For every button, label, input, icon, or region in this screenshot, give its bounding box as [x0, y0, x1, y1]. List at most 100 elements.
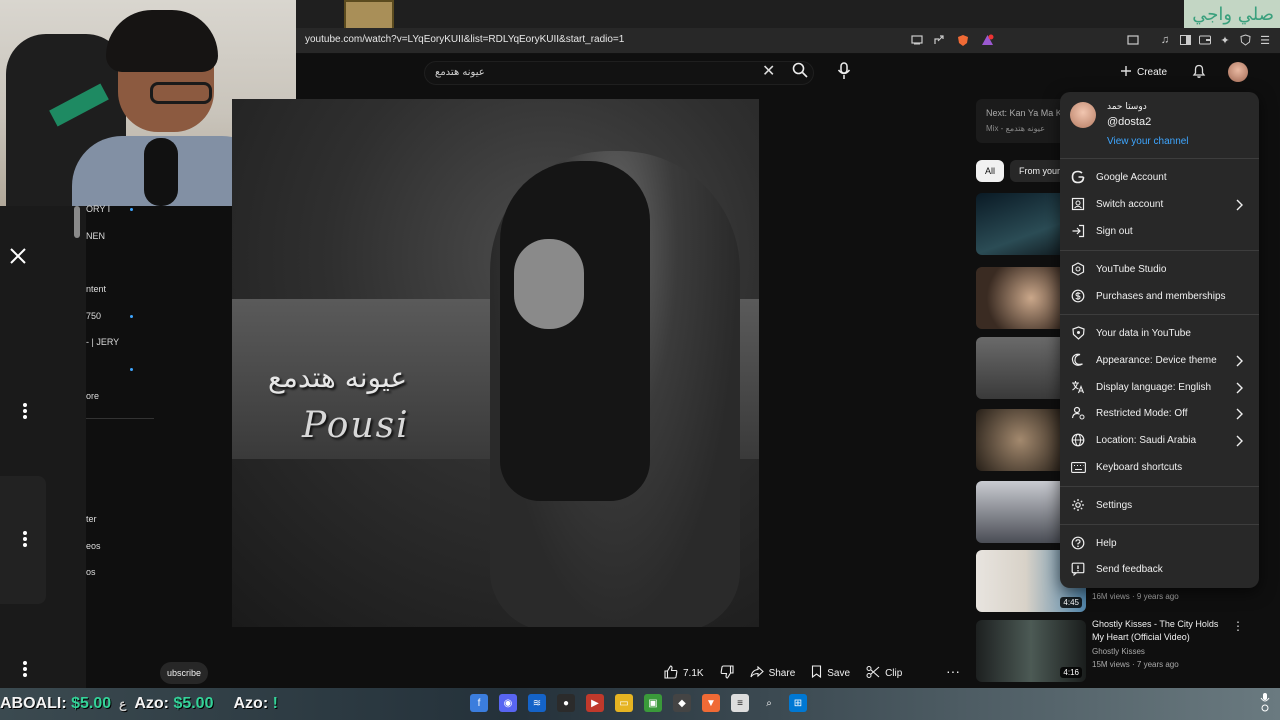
ticker-donor: ABOALI:	[0, 695, 67, 712]
browser-menu-icon[interactable]: ☰	[1258, 33, 1272, 47]
guide-item[interactable]: ORY I	[86, 204, 128, 214]
more-vert-icon[interactable]	[22, 530, 30, 550]
video-player[interactable]: عيونه هتدمع Pousi	[232, 99, 759, 627]
ticker-amount: $5.00	[173, 695, 214, 712]
app-icon-f[interactable]: f	[470, 694, 488, 712]
more-vert-icon[interactable]: ⋮	[1232, 620, 1244, 634]
brave-icon[interactable]: ▼	[702, 694, 720, 712]
screenshot-icon[interactable]	[1126, 33, 1140, 47]
share-icon	[750, 665, 764, 681]
menu-label: Switch account	[1096, 198, 1164, 210]
mic-icon[interactable]	[837, 62, 857, 82]
url-text[interactable]: youtube.com/watch?v=LYqEoryKUII&list=RDL…	[305, 34, 624, 45]
menu-label: Display language: English	[1096, 381, 1212, 393]
bell-icon[interactable]	[1191, 63, 1209, 81]
menu-item-help[interactable]: Help	[1060, 530, 1259, 556]
menu-item-send-feedback[interactable]: Send feedback	[1060, 556, 1259, 582]
masthead: عيونه هتدمع ✕ Create	[296, 54, 1280, 94]
more-horiz-icon[interactable]: ···	[942, 662, 964, 684]
menu-item-purchases[interactable]: Purchases and memberships	[1060, 283, 1259, 309]
stream-watermark: صلي واجي	[1184, 0, 1280, 30]
menu-label: Sign out	[1096, 225, 1133, 237]
guide-scrollbar[interactable]	[74, 206, 80, 238]
stream-sidebar	[0, 206, 86, 690]
app-icon-wave[interactable]: ≋	[528, 694, 546, 712]
menu-item-youtube-studio[interactable]: YouTube Studio	[1060, 256, 1259, 282]
windows-start-icon[interactable]: ⊞	[789, 694, 807, 712]
menu-item-location[interactable]: Location: Saudi Arabia	[1060, 427, 1259, 453]
share-button[interactable]: Share	[742, 661, 804, 685]
menu-divider	[1060, 250, 1259, 251]
guide-item[interactable]: ore	[86, 391, 128, 401]
close-icon[interactable]	[8, 246, 30, 268]
menu-label: Your data in YouTube	[1096, 327, 1191, 339]
like-button[interactable]: 7.1K	[656, 661, 712, 685]
create-button[interactable]: Create	[1120, 60, 1167, 84]
rec-channel[interactable]: Ghostly Kisses	[1092, 647, 1145, 656]
menu-item-sign-out[interactable]: Sign out	[1060, 218, 1259, 244]
save-button[interactable]: Save	[803, 661, 858, 685]
guide-item[interactable]: ntent	[86, 284, 128, 294]
clip-button[interactable]: Clip	[858, 661, 910, 685]
menu-item-google-account[interactable]: Google Account	[1060, 164, 1259, 190]
chip-all[interactable]: All	[976, 160, 1005, 182]
folder-icon[interactable]: ▭	[615, 694, 633, 712]
discord-icon[interactable]: ◉	[499, 694, 517, 712]
more-vert-icon[interactable]	[22, 402, 30, 422]
menu-divider	[1060, 486, 1259, 487]
recorder-icon[interactable]: ▶	[586, 694, 604, 712]
rec-thumbnail[interactable]: 4:16	[976, 620, 1086, 682]
menu-item-display-language[interactable]: Display language: English	[1060, 374, 1259, 400]
guide-item[interactable]: - | JERY	[86, 337, 128, 347]
account-menu: دوستا حمد @dosta2 View your channel Goog…	[1060, 92, 1259, 588]
view-channel-link[interactable]: View your channel	[1107, 136, 1189, 147]
avatar[interactable]	[1228, 62, 1248, 82]
menu-item-restricted-mode[interactable]: Restricted Mode: Off	[1060, 400, 1259, 426]
guide-item[interactable]: ter	[86, 514, 128, 524]
subscribe-button[interactable]: ubscribe	[160, 662, 208, 684]
search-input[interactable]: عيونه هتدمع	[424, 61, 814, 85]
brave-shield-icon[interactable]	[956, 33, 970, 47]
obs-icon[interactable]: ●	[557, 694, 575, 712]
share-page-icon[interactable]	[932, 33, 946, 47]
dislike-button[interactable]	[712, 661, 742, 685]
rec-title[interactable]: Ghostly Kisses - The City Holds My Heart…	[1092, 618, 1226, 644]
notepad-icon[interactable]: ≡	[731, 694, 749, 712]
keyboard-icon	[1060, 454, 1096, 480]
search-icon[interactable]: ⌕	[760, 694, 778, 712]
restricted-icon	[1060, 400, 1096, 426]
guide-item[interactable]: eos	[86, 541, 128, 551]
translate-icon	[1060, 374, 1096, 400]
wallet-icon[interactable]	[1198, 33, 1212, 47]
more-vert-icon[interactable]	[22, 660, 30, 680]
address-bar[interactable]: youtube.com/watch?v=LYqEoryKUII&list=RDL…	[296, 28, 1280, 54]
guide-item[interactable]: NEN	[86, 231, 128, 241]
guide-item[interactable]: 750	[86, 311, 128, 321]
cast-icon[interactable]	[910, 33, 924, 47]
menu-label: Purchases and memberships	[1096, 290, 1226, 302]
menu-label: Location: Saudi Arabia	[1096, 434, 1197, 446]
vpn-icon[interactable]	[1238, 33, 1252, 47]
guide-item[interactable]: os	[86, 567, 128, 577]
menu-item-keyboard-shortcuts[interactable]: Keyboard shortcuts	[1060, 454, 1259, 480]
account-handle: @dosta2	[1107, 116, 1152, 128]
menu-item-settings[interactable]: Settings	[1060, 492, 1259, 518]
gear-icon	[1060, 492, 1096, 518]
leo-ai-icon[interactable]: ✦	[1218, 33, 1232, 47]
menu-item-switch-account[interactable]: Switch account	[1060, 191, 1259, 217]
music-icon[interactable]: ♫	[1158, 33, 1172, 47]
menu-label: Settings	[1096, 499, 1133, 511]
menu-item-appearance[interactable]: Appearance: Device theme	[1060, 347, 1259, 373]
sidebar-toggle-icon[interactable]	[1178, 33, 1192, 47]
app-icon-green[interactable]: ▣	[644, 694, 662, 712]
clip-label: Clip	[885, 667, 903, 679]
page-scrollbar[interactable]	[1268, 54, 1280, 688]
tab-strip	[296, 0, 1280, 34]
search-query[interactable]: عيونه هتدمع	[435, 67, 485, 78]
menu-item-your-data[interactable]: Your data in YouTube	[1060, 320, 1259, 346]
clear-search-icon[interactable]: ✕	[762, 64, 775, 80]
app-icon-cube[interactable]: ◆	[673, 694, 691, 712]
search-icon[interactable]	[792, 62, 812, 82]
rewards-icon[interactable]	[980, 33, 994, 47]
mic-tray-icon[interactable]	[1260, 692, 1274, 716]
